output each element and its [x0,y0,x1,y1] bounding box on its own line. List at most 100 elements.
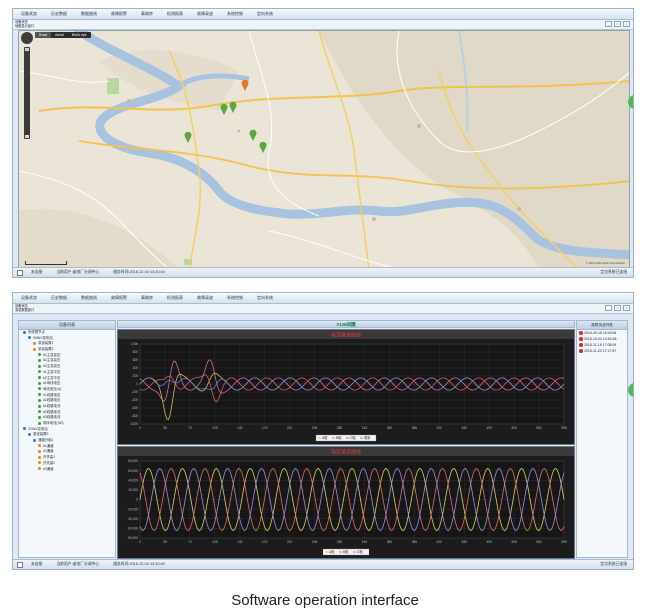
menu-item-recording[interactable]: 故障录波 [197,11,213,17]
legend-label: C相 [350,435,356,440]
tree-node-icon [38,398,41,402]
connection-status: 未连接 [31,270,43,274]
current-user: 当前用户:省电厂分调中心 [56,270,100,274]
alarm-time: 2016-11-20 17:17:57 [584,349,617,353]
waveform-window-screenshot: 设备状态 历史数据 数据曲线 故障报警 事故库 检测报表 故障录波 系统控制 定… [12,292,634,570]
map-zoom-slider[interactable]: + − [24,47,30,139]
alarm-time: 2016-10-04 14:54:48 [584,337,617,341]
close-button[interactable]: × [623,305,630,311]
menu-item-alarms[interactable]: 故障报警 [111,11,127,17]
y-tick-label: -20,000 [127,507,138,511]
alarm-time: 2016-09-15 16:40:54 [584,331,617,335]
menu-bar: 设备状态 历史数据 数据曲线 故障报警 事故库 检测报表 故障录波 系统控制 定… [13,9,633,20]
tree-item-label: 通道分组1 [38,438,54,443]
tree-item-label: 220kV变电站 [28,426,48,431]
tree-item-label: #2主变高压 [43,358,61,363]
tree-node-icon [38,455,41,459]
tab-waveform[interactable]: 录波数据窗口 [15,308,34,312]
menu-item-device-status[interactable]: 设备状态 [21,295,37,301]
menu-item-positioning[interactable]: 定向系统 [257,295,273,301]
y-tick-label: 60,000 [128,469,138,473]
minimize-button[interactable]: _ [605,21,612,27]
menu-item-reports[interactable]: 检测报表 [167,295,183,301]
y-tick-label: -600 [132,406,139,410]
x-tick-label: 210 [287,540,293,544]
tree-item-label: 录波装置2 [38,347,54,352]
side-expand-tab[interactable] [628,383,633,397]
tree-item-label: #3主变高压 [43,364,61,369]
device-tree-panel: 设备列表 系统根节点 500kV变电站 录波装置1 录波装置2 #1主变高压 #2主变高压… [18,320,116,558]
y-tick-label: 200 [133,374,139,378]
zoom-in-icon[interactable]: + [25,48,29,51]
y-tick-label: 80,000 [128,459,138,463]
tree-node-icon [38,370,41,374]
menu-item-incidents[interactable]: 事故库 [141,295,153,301]
menu-item-recording[interactable]: 故障录波 [197,295,213,301]
zoom-out-icon[interactable]: − [25,135,29,138]
tree-item-label: #2通道 [43,449,54,454]
menu-item-incidents[interactable]: 事故库 [141,11,153,17]
menu-item-device-status[interactable]: 设备状态 [21,11,37,17]
menu-item-history[interactable]: 历史数据 [51,11,67,17]
tree-item-label: #1主变中压 [43,369,61,374]
legend-label: A相 [329,549,334,554]
interval-title: #125间隔 [117,320,575,328]
alarm-list: 2016-09-15 16:40:54 2016-10-04 14:54:48 20… [577,330,627,354]
alarm-list-item[interactable]: 2016-11-20 17:17:57 [577,348,627,354]
tree-node-icon [38,359,41,363]
menu-item-reports[interactable]: 检测报表 [167,11,183,17]
close-button[interactable]: × [623,21,630,27]
positioning-status: 定位系统已连接 [600,270,627,274]
alarm-icon [579,337,583,341]
alarm-list-panel: 故障录波列表 2016-09-15 16:40:54 2016-10-04 14:… [576,320,628,558]
x-tick-label: 385 [412,426,418,430]
tree-node-icon [38,364,41,368]
connection-status: 未连接 [31,562,43,566]
tree-node-icon [38,467,41,471]
y-tick-label: -1000 [130,422,138,426]
menu-item-alarms[interactable]: 故障报警 [111,295,127,301]
menu-item-control[interactable]: 系统控制 [227,11,243,17]
tree-node-icon [38,450,41,454]
current-waveform-svg: 电流录波曲线 1.00k 800 600 400 200 0 -200 -400 -600 -800… [118,330,574,442]
window-titlebar: 设备状态 地图显示窗口 _ □ × [13,20,633,30]
status-bar: 未连接 当前用户:省电厂分调中心 服务时间:2016-12-04 13:20:4… [13,267,633,277]
x-tick-label: 70 [188,540,192,544]
menu-item-control[interactable]: 系统控制 [227,295,243,301]
maximize-button[interactable]: □ [614,305,621,311]
server-time: 服务时间:2016-12-04 13:20:40 [113,562,165,566]
chart-title: 电压录波曲线 [331,449,361,456]
menu-item-positioning[interactable]: 定向系统 [257,11,273,17]
tree-node-icon [33,438,36,442]
status-bar: 未连接 当前用户:省电厂分调中心 服务时间:2016-12-04 13:20:4… [13,559,633,569]
map-type-birds-eye[interactable]: Bird's eye [68,32,91,38]
status-indicator [17,269,23,276]
menu-item-history[interactable]: 历史数据 [51,295,67,301]
window-titlebar: 设备状态 录波数据窗口 _ □ × [13,304,633,314]
maximize-button[interactable]: □ [614,21,621,27]
tree-item-label: 开关量1 [43,455,56,460]
x-tick-label: 490 [487,540,493,544]
map-navigation-control[interactable] [21,32,33,44]
tree-node-icon [28,336,31,340]
tree-node-icon [33,347,36,351]
x-tick-label: 0 [139,426,141,430]
x-tick-label: 280 [337,540,343,544]
x-tick-label: 560 [536,540,542,544]
server-time: 服务时间:2016-12-04 13:20:40 [113,270,165,274]
menu-item-curves[interactable]: 数据曲线 [81,11,97,17]
tree-item[interactable]: #3通道 [19,467,115,473]
y-tick-label: -80,000 [127,536,138,540]
status-indicator [17,561,23,568]
menu-item-curves[interactable]: 数据曲线 [81,295,97,301]
minimize-button[interactable]: _ [605,305,612,311]
y-tick-label: 0 [136,498,138,502]
map-type-aerial[interactable]: Aerial [51,32,68,38]
x-tick-label: 245 [312,540,318,544]
legend-label: A相 [322,435,327,440]
map-type-road[interactable]: Road [35,32,52,38]
map-view[interactable]: Road Aerial Bird's eye + − © 2016 Micros… [18,30,630,268]
x-tick-label: 420 [437,426,443,430]
voltage-waveform-svg: 电压录波曲线 80,000 60,000 40,000 20,000 0 -20,000 -4… [118,447,574,556]
tab-map[interactable]: 地图显示窗口 [15,24,34,28]
